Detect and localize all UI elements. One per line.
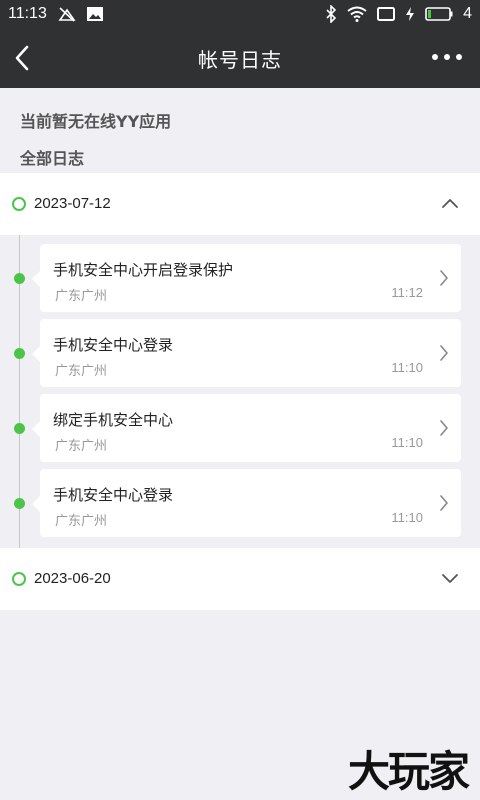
status-time: 11:13 bbox=[8, 5, 47, 22]
timeline-dot bbox=[14, 348, 25, 359]
image-notification-icon bbox=[87, 7, 103, 21]
date-group-label: 2023-07-12 bbox=[34, 195, 111, 212]
timeline-ring-marker bbox=[12, 197, 26, 211]
timeline-line bbox=[19, 211, 20, 568]
nav-bar: 帐号日志 bbox=[0, 28, 480, 88]
log-entry-title: 手机安全中心开启登录保护 bbox=[53, 261, 234, 279]
timeline-dot bbox=[14, 423, 25, 434]
page-title: 帐号日志 bbox=[198, 48, 282, 72]
chevron-right-icon bbox=[440, 420, 448, 436]
more-dot bbox=[432, 54, 438, 60]
chevron-right-icon bbox=[440, 345, 448, 361]
chevron-up-icon[interactable] bbox=[440, 195, 460, 211]
chevron-right-icon bbox=[440, 270, 448, 286]
timeline-dot bbox=[14, 273, 25, 284]
screen-rotate-icon bbox=[377, 7, 396, 21]
log-entry-card[interactable]: 手机安全中心开启登录保护 广东广州 11:12 bbox=[32, 244, 461, 312]
log-entry-title: 手机安全中心登录 bbox=[53, 336, 174, 354]
log-entry-card[interactable]: 手机安全中心登录 广东广州 11:10 bbox=[32, 469, 461, 537]
bluetooth-icon bbox=[326, 5, 337, 23]
log-entry-title: 绑定手机安全中心 bbox=[53, 411, 174, 429]
log-entry-time: 11:12 bbox=[391, 285, 423, 300]
timeline-ring-marker bbox=[12, 572, 26, 586]
chevron-right-icon bbox=[440, 495, 448, 511]
battery-level: 4 bbox=[463, 5, 472, 22]
more-options-icon[interactable] bbox=[432, 54, 462, 64]
log-entry-card[interactable]: 手机安全中心登录 广东广州 11:10 bbox=[32, 319, 461, 387]
log-entry-location: 广东广州 bbox=[55, 439, 108, 454]
status-bar: 11:13 4 bbox=[0, 0, 480, 28]
log-entry-card[interactable]: 绑定手机安全中心 广东广州 11:10 bbox=[32, 394, 461, 462]
chevron-down-icon[interactable] bbox=[440, 570, 460, 586]
log-entry-location: 广东广州 bbox=[55, 514, 108, 529]
date-group-label: 2023-06-20 bbox=[34, 570, 111, 587]
more-dot bbox=[444, 54, 450, 60]
log-entry-location: 广东广州 bbox=[55, 364, 108, 379]
date-group-header[interactable]: 2023-07-12 bbox=[0, 173, 480, 235]
status-left-icons bbox=[58, 6, 104, 22]
all-logs-heading: 全部日志 bbox=[20, 149, 85, 168]
silent-mode-icon bbox=[58, 7, 76, 22]
log-entry-time: 11:10 bbox=[391, 510, 423, 525]
log-entry-time: 11:10 bbox=[391, 360, 423, 375]
status-right-icons: 4 bbox=[325, 5, 472, 23]
watermark-logo: 大玩家 bbox=[347, 747, 470, 796]
no-online-apps-notice: 当前暂无在线YY应用 bbox=[20, 112, 172, 131]
log-entry-time: 11:10 bbox=[391, 435, 423, 450]
date-group-header[interactable]: 2023-06-20 bbox=[0, 548, 480, 610]
log-entry-location: 广东广州 bbox=[55, 289, 108, 304]
charging-icon bbox=[406, 7, 415, 21]
log-entry-title: 手机安全中心登录 bbox=[53, 486, 174, 504]
battery-icon bbox=[425, 7, 453, 21]
wifi-icon bbox=[347, 6, 367, 22]
timeline-dot bbox=[14, 498, 25, 509]
more-dot bbox=[456, 54, 462, 60]
